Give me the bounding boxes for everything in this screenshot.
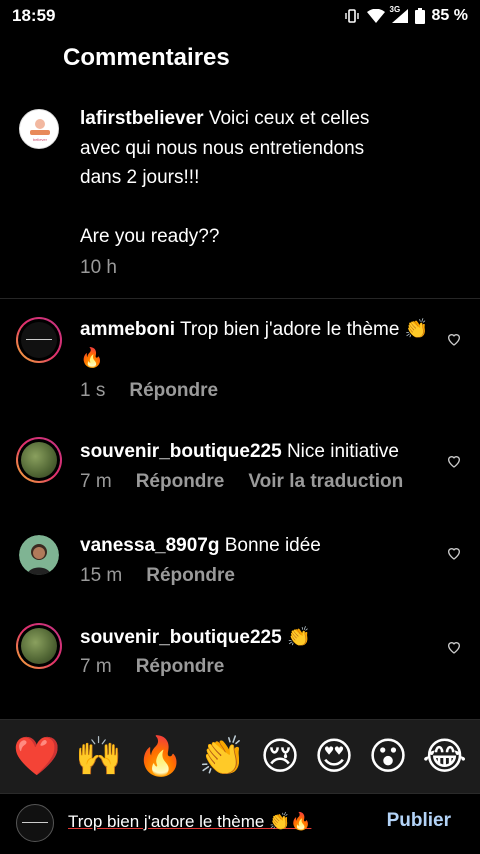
- comment-username[interactable]: ammeboni: [80, 319, 175, 340]
- wifi-icon: [366, 9, 385, 23]
- signal-icon: 3G: [390, 5, 408, 23]
- status-time: 18:59: [12, 6, 56, 25]
- avatar: [16, 804, 54, 842]
- avatar[interactable]: [16, 317, 62, 363]
- emoji-heart-eyes[interactable]: 😍: [314, 734, 354, 779]
- vibrate-icon: [344, 8, 360, 24]
- comment-composer: Trop bien j'adore le thème 👏🔥 Publier: [0, 793, 480, 854]
- comment-time: 1 s: [80, 380, 106, 401]
- comment-body: souvenir_boutique225 👏: [80, 623, 430, 652]
- like-heart-icon[interactable]: [446, 331, 462, 347]
- like-heart-icon[interactable]: [446, 545, 462, 561]
- comment-body: souvenir_boutique225 Nice initiative: [80, 437, 430, 466]
- comment-text: Nice initiative: [286, 441, 399, 462]
- like-heart-icon[interactable]: [446, 453, 462, 469]
- emoji-surprised[interactable]: 😮: [368, 734, 408, 779]
- status-bar: 18:59 3G 85 %: [0, 0, 480, 32]
- comment-emojis: 👏: [286, 627, 311, 648]
- network-label: 3G: [389, 5, 401, 14]
- avatar[interactable]: [16, 437, 62, 483]
- caption-username[interactable]: lafirstbeliever: [80, 108, 204, 129]
- comment-meta: 15 m Répondre: [80, 565, 235, 587]
- comment-username[interactable]: souvenir_boutique225: [80, 441, 282, 462]
- reply-button[interactable]: Répondre: [136, 471, 225, 493]
- comment-body: vanessa_8907g Bonne idée: [80, 531, 430, 560]
- comment-username[interactable]: souvenir_boutique225: [80, 627, 282, 648]
- comment-body: ammeboni Trop bien j'adore le thème 👏🔥: [80, 315, 430, 373]
- avatar-photo: [19, 535, 59, 575]
- comment-text: Trop bien j'adore le thème: [179, 319, 400, 340]
- comment-time: 7 m: [80, 656, 112, 677]
- reply-button[interactable]: Répondre: [146, 565, 235, 587]
- avatar-logo-icon: [21, 322, 57, 358]
- comment-meta: 1 s Répondre: [80, 380, 218, 402]
- svg-text:believer: believer: [33, 137, 48, 142]
- emoji-bar: ❤️ 🙌 🔥 👏 😢 😍 😮 😂: [0, 719, 480, 793]
- emoji-crying[interactable]: 😢: [260, 734, 300, 779]
- comment-time: 7 m: [80, 471, 112, 492]
- publish-button[interactable]: Publier: [387, 810, 451, 832]
- reply-button[interactable]: Répondre: [129, 380, 218, 402]
- divider: [0, 298, 480, 299]
- emoji-clap[interactable]: 👏: [198, 735, 245, 779]
- avatar-photo: [21, 442, 57, 478]
- comment-username[interactable]: vanessa_8907g: [80, 535, 219, 556]
- avatar[interactable]: [19, 535, 59, 575]
- emoji-fire[interactable]: 🔥: [137, 735, 184, 779]
- caption-time: 10 h: [80, 257, 117, 278]
- emoji-laughing[interactable]: 😂: [422, 734, 466, 779]
- emoji-raised-hands[interactable]: 🙌: [75, 735, 122, 779]
- emoji-heart[interactable]: ❤️: [13, 735, 60, 779]
- like-heart-icon[interactable]: [446, 639, 462, 655]
- comment-text: Bonne idée: [224, 535, 321, 556]
- status-icons: 3G 85 %: [344, 5, 468, 25]
- battery-level: 85 %: [431, 7, 468, 24]
- avatar-photo: [21, 628, 57, 664]
- page-title: Commentaires: [63, 44, 230, 71]
- comment-time: 15 m: [80, 565, 123, 586]
- caption-body-2: Are you ready??: [80, 226, 220, 247]
- avatar[interactable]: believer: [19, 109, 59, 149]
- comment-meta: 7 m Répondre: [80, 656, 224, 678]
- comment-input[interactable]: Trop bien j'adore le thème 👏🔥: [68, 812, 348, 832]
- comment-meta: 7 m Répondre Voir la traduction: [80, 471, 403, 493]
- translate-button[interactable]: Voir la traduction: [248, 471, 403, 493]
- caption-text: lafirstbeliever Voici ceux et celles ave…: [80, 104, 410, 252]
- avatar[interactable]: [16, 623, 62, 669]
- reply-button[interactable]: Répondre: [136, 656, 225, 678]
- battery-icon: [414, 8, 425, 24]
